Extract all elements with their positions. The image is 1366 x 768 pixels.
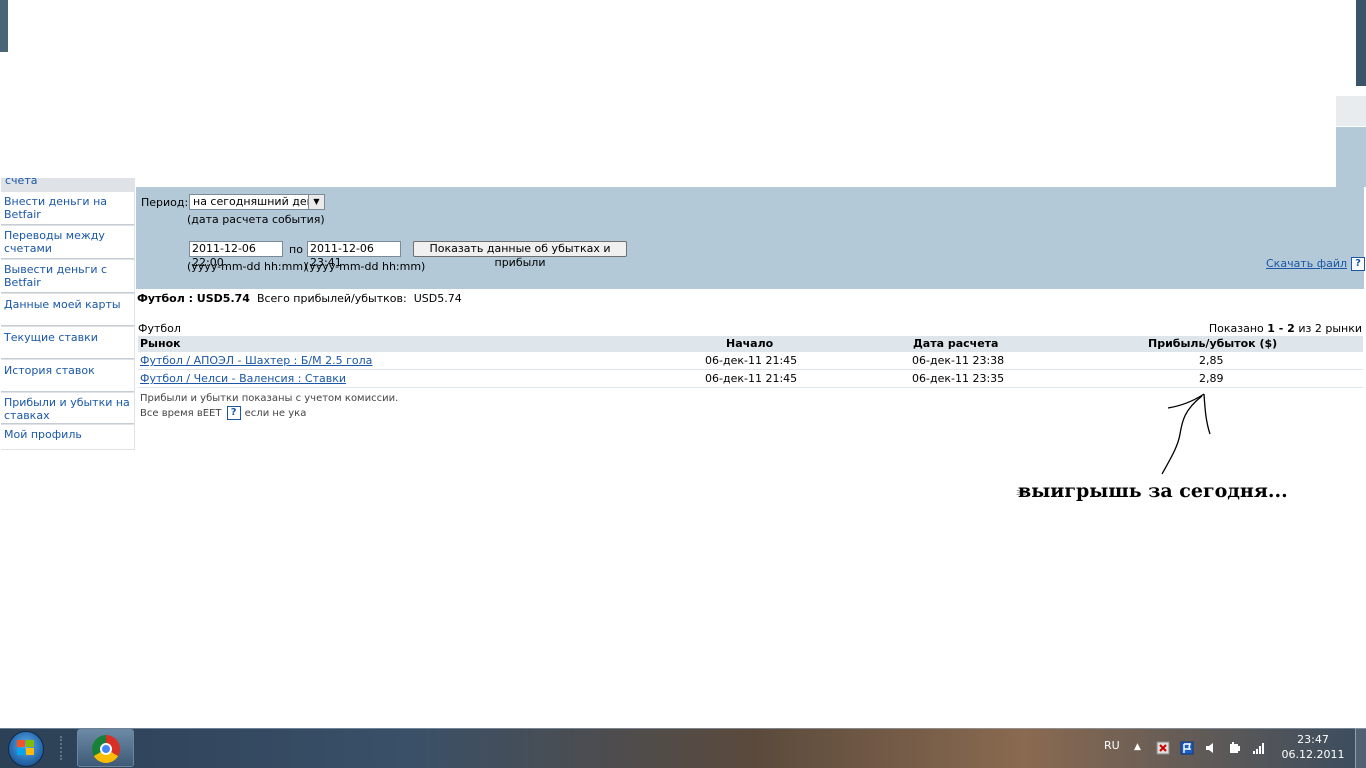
to-date-input[interactable]: 2011-12-06 23:41 bbox=[307, 241, 401, 269]
timezone-note: Все время вEET ? если не указ bbox=[140, 406, 307, 420]
table-header: Рынок Начало Дата расчета Прибыль/убыток… bbox=[138, 336, 1363, 352]
help-icon[interactable]: ? bbox=[226, 406, 241, 420]
volume-icon[interactable] bbox=[1204, 741, 1218, 755]
profit-loss-value: 2,85 bbox=[1199, 354, 1224, 367]
sidebar-item-label: Переводы между счетами bbox=[4, 229, 105, 255]
show-profit-loss-button[interactable]: Показать данные об убытках и прибыли bbox=[413, 241, 627, 269]
sidebar-item-cut[interactable]: счета bbox=[5, 178, 45, 190]
total-label: Всего прибылей/убытков: bbox=[256, 292, 407, 305]
network-close-icon[interactable] bbox=[1156, 741, 1170, 755]
sidebar-item-label: История ставок bbox=[4, 364, 95, 377]
sidebar-item-label: Данные моей карты bbox=[4, 298, 121, 311]
sidebar-item-label: Мой профиль bbox=[4, 428, 82, 441]
tray-expand-icon[interactable]: ▲ bbox=[1134, 742, 1141, 752]
table-row: Футбол / АПОЭЛ - Шахтер : Б/М 2.5 гола 0… bbox=[138, 352, 1363, 370]
start-time: 06-дек-11 21:45 bbox=[705, 354, 798, 367]
sidebar-item-current-bets[interactable]: Текущие ставки bbox=[1, 327, 134, 359]
header-profit-loss[interactable]: Прибыль/убыток ($) bbox=[1148, 337, 1277, 350]
settled-time: 06-дек-11 23:35 bbox=[912, 372, 1005, 385]
flag-icon[interactable] bbox=[1180, 741, 1194, 755]
sidebar-item-transfers[interactable]: Переводы между счетами bbox=[1, 226, 134, 259]
timezone-prefix: Все время в bbox=[140, 408, 203, 419]
power-icon[interactable] bbox=[1228, 741, 1242, 755]
paging-prefix: Показано bbox=[1208, 322, 1264, 335]
sport-heading: Футбол bbox=[138, 322, 181, 335]
sidebar-item-deposit[interactable]: Внести деньги на Betfair bbox=[1, 192, 134, 225]
scrollbar-strip[interactable] bbox=[1356, 0, 1366, 86]
header-settled[interactable]: Дата расчета bbox=[913, 337, 998, 350]
paging-info: Показано 1 - 2 из 2 рынки bbox=[1209, 322, 1362, 335]
period-select-value: на сегодняшний день bbox=[193, 195, 321, 208]
annotation-text: выигрышь за сегодня... bbox=[1018, 480, 1288, 502]
windows-taskbar: RU ▲ 23:47 06.12.2011 bbox=[0, 728, 1366, 768]
market-link[interactable]: Футбол / Челси - Валенсия : Ставки bbox=[140, 372, 346, 385]
period-hint: (дата расчета события) bbox=[187, 213, 325, 226]
sidebar-item-label: Вывести деньги с Betfair bbox=[4, 263, 108, 289]
account-sidebar: счета Внести деньги на Betfair Переводы … bbox=[1, 178, 135, 450]
sidebar-item-withdraw[interactable]: Вывести деньги с Betfair bbox=[1, 260, 134, 293]
download-file-link[interactable]: Скачать файл? bbox=[1266, 257, 1366, 271]
market-link[interactable]: Футбол / АПОЭЛ - Шахтер : Б/М 2.5 гола bbox=[140, 354, 372, 367]
from-date-input[interactable]: 2011-12-06 22:00 bbox=[189, 241, 283, 269]
start-time: 06-дек-11 21:45 bbox=[705, 372, 798, 385]
filter-panel: Период: на сегодняшний день ▼ (дата расч… bbox=[136, 187, 1366, 289]
signal-icon[interactable] bbox=[1252, 741, 1266, 755]
chevron-down-icon[interactable]: ▼ bbox=[308, 195, 324, 209]
right-panel-blue bbox=[1336, 127, 1366, 187]
sidebar-item-profile[interactable]: Мой профиль bbox=[1, 425, 134, 449]
chrome-icon bbox=[92, 735, 120, 763]
period-select[interactable]: на сегодняшний день ▼ bbox=[189, 194, 325, 210]
taskbar-grip bbox=[60, 736, 66, 760]
timezone-suffix: если не указ bbox=[244, 408, 307, 419]
profit-loss-table: Рынок Начало Дата расчета Прибыль/убыток… bbox=[138, 336, 1363, 388]
paging-suffix: из 2 рынки bbox=[1298, 322, 1362, 335]
total-value: USD5.74 bbox=[413, 292, 462, 305]
browser-corner bbox=[0, 0, 8, 52]
download-file-label: Скачать файл bbox=[1266, 257, 1348, 270]
clock-time: 23:47 bbox=[1297, 733, 1329, 746]
show-desktop-button[interactable] bbox=[1355, 728, 1366, 768]
windows-flag-icon bbox=[17, 740, 35, 756]
sport-total: Футбол : USD5.74 bbox=[137, 292, 250, 305]
sidebar-item-card-details[interactable]: Данные моей карты bbox=[1, 294, 134, 326]
sidebar-item-bet-history[interactable]: История ставок bbox=[1, 360, 134, 392]
help-icon[interactable]: ? bbox=[1351, 257, 1366, 271]
sidebar-item-label: Текущие ставки bbox=[4, 331, 98, 344]
start-button[interactable] bbox=[4, 729, 48, 767]
hand-drawn-arrow-icon bbox=[1161, 393, 1211, 475]
sidebar-item-label: Прибыли и убытки на ставках bbox=[4, 396, 130, 422]
period-label: Период: bbox=[141, 196, 189, 209]
profit-loss-value: 2,89 bbox=[1199, 372, 1224, 385]
paging-range: 1 - 2 bbox=[1267, 322, 1295, 335]
language-indicator[interactable]: RU bbox=[1104, 739, 1120, 752]
header-start[interactable]: Начало bbox=[726, 337, 773, 350]
summary-line: Футбол : USD5.74 Всего прибылей/убытков:… bbox=[137, 292, 462, 305]
screen: счета Внести деньги на Betfair Переводы … bbox=[0, 0, 1366, 768]
to-label: по bbox=[289, 243, 303, 256]
clock-date: 06.12.2011 bbox=[1281, 748, 1345, 761]
sidebar-item-profit-loss[interactable]: Прибыли и убытки на ставках bbox=[1, 393, 134, 424]
to-format-hint: (yyyy-mm-dd hh:mm) bbox=[305, 260, 426, 273]
right-panel-gray bbox=[1336, 96, 1366, 126]
commission-note: Прибыли и убытки показаны с учетом комис… bbox=[140, 393, 399, 404]
timezone-value: EET bbox=[202, 408, 222, 419]
settled-time: 06-дек-11 23:38 bbox=[912, 354, 1005, 367]
taskbar-chrome-button[interactable] bbox=[77, 729, 134, 767]
header-market[interactable]: Рынок bbox=[140, 337, 181, 350]
system-clock[interactable]: 23:47 06.12.2011 bbox=[1280, 732, 1346, 762]
sidebar-item-label: Внести деньги на Betfair bbox=[4, 195, 108, 221]
from-format-hint: (yyyy-mm-dd hh:mm) bbox=[187, 260, 308, 273]
